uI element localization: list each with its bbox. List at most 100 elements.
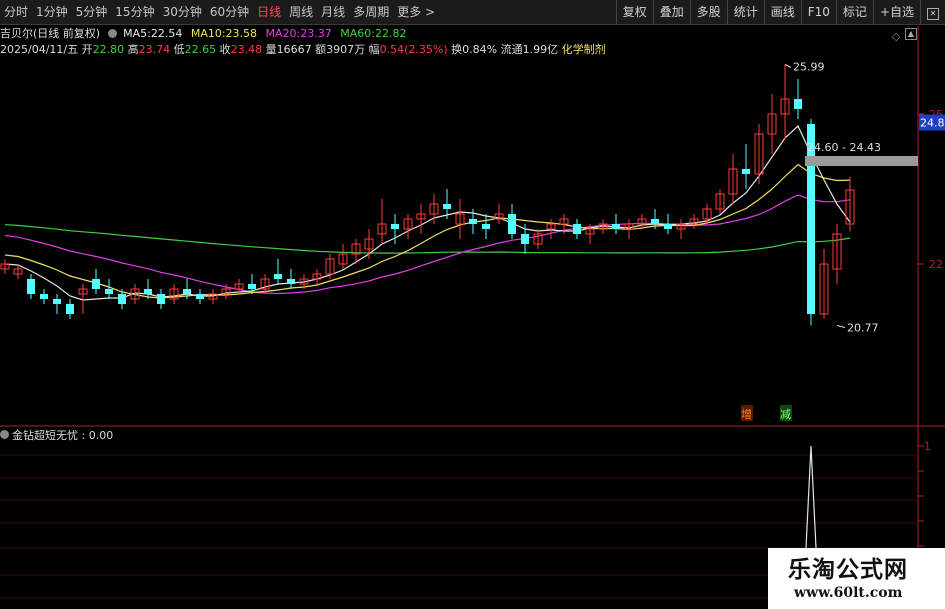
mark-button[interactable]: 标记	[835, 0, 873, 24]
add-watchlist-button[interactable]: +自选	[872, 0, 920, 24]
high-value: 23.74	[138, 43, 171, 56]
tab-more[interactable]: 更多 >	[393, 0, 439, 24]
amount-label: 额	[315, 43, 327, 56]
change-value: 0.54(2.35%)	[379, 43, 448, 56]
ma10-value: 23.58	[225, 27, 258, 40]
close-icon: ✕	[927, 8, 939, 20]
tab-monthly[interactable]: 月线	[317, 0, 349, 24]
tab-15min[interactable]: 15分钟	[111, 0, 158, 24]
candlesticks	[0, 64, 855, 326]
low-value: 22.65	[184, 43, 217, 56]
candle-body-up	[429, 203, 439, 215]
quote-date: 2025/04/11/五	[0, 43, 79, 56]
candle-body-down	[66, 304, 74, 314]
close-button[interactable]: ✕	[920, 0, 945, 24]
candle-body-down	[92, 279, 100, 289]
candle-body-up	[416, 213, 426, 220]
adjust-button[interactable]: 复权	[615, 0, 653, 24]
candle-body-up	[364, 238, 374, 250]
diamond-icon[interactable]: ◇	[892, 30, 900, 43]
ma20-value: 23.37	[300, 27, 332, 40]
amount-value: 3907万	[326, 43, 366, 56]
open-label: 开	[81, 43, 93, 56]
high-marker-label: 25.99	[793, 61, 825, 74]
chart-annotations: 25.99 20.77 24.60 - 24.43 增 减	[741, 61, 918, 421]
candle-body-up	[819, 263, 829, 315]
candle-body-down	[469, 219, 477, 224]
indicator-scale-label: 1	[924, 440, 931, 453]
candle-body-down	[482, 224, 490, 229]
candle-body-up	[260, 278, 270, 290]
tab-60min[interactable]: 60分钟	[206, 0, 253, 24]
candle-body-down	[27, 279, 35, 294]
candle-body-up	[325, 258, 335, 275]
candle-body-up	[715, 193, 725, 210]
turnover-label: 换	[451, 43, 463, 56]
candle-body-up	[533, 233, 543, 245]
statistics-button[interactable]: 统计	[726, 0, 764, 24]
tab-weekly[interactable]: 周线	[285, 0, 317, 24]
candle-body-up	[702, 208, 712, 220]
overlay-button[interactable]: 叠加	[652, 0, 690, 24]
candle-body-up	[494, 213, 504, 220]
candle-body-up	[312, 273, 322, 280]
candle-body-down	[40, 294, 48, 299]
candle-body-down	[196, 294, 204, 299]
indicator-title: 金钻超短无忧 : 0.00	[12, 429, 114, 442]
candle-body-up	[377, 223, 387, 235]
candle-body-down	[157, 294, 165, 304]
ma20-line	[4, 194, 851, 295]
candle-body-down	[183, 289, 191, 294]
ma10-line	[4, 163, 851, 299]
f10-button[interactable]: F10	[800, 0, 836, 24]
ma20-label: MA20:	[265, 27, 301, 40]
ma60-line	[4, 224, 851, 254]
tag-increase-box	[741, 405, 753, 421]
candle-body-up	[689, 218, 699, 225]
open-value: 22.80	[92, 43, 125, 56]
candle-body-down	[742, 169, 750, 174]
float-value: 1.99亿	[522, 43, 559, 56]
tool-buttons: 复权 叠加 多股 统计 画线 F10 标记 +自选 ✕	[615, 0, 945, 24]
chart-grid: 25 22 24.83	[0, 26, 945, 609]
price-tick-label: 22	[929, 258, 943, 271]
candle-body-down	[391, 224, 399, 229]
candle-body-up	[845, 189, 855, 225]
ma5-line	[4, 125, 851, 301]
candle-body-up	[234, 283, 244, 290]
price-range-label: 24.60 - 24.43	[807, 141, 881, 154]
tab-1min[interactable]: 1分钟	[32, 0, 72, 24]
candle-body-up	[455, 213, 465, 225]
period-tabs: 分时 1分钟 5分钟 15分钟 30分钟 60分钟 日线 周线 月线 多周期 更…	[0, 0, 439, 24]
candle-body-up	[0, 263, 10, 270]
candle-body-up	[832, 233, 842, 270]
tab-daily[interactable]: 日线	[253, 0, 285, 24]
candle-body-down	[508, 214, 516, 234]
draw-line-button[interactable]: 画线	[763, 0, 801, 24]
low-marker-arrow	[836, 325, 846, 328]
indicator-settings-icon[interactable]	[0, 430, 9, 439]
candle-body-up	[637, 218, 647, 225]
tab-5min[interactable]: 5分钟	[72, 0, 112, 24]
candle-body-up	[403, 218, 413, 230]
candle-body-down	[612, 224, 620, 229]
watermark-name: 乐淘公式网	[788, 557, 908, 583]
quote-line: 2025/04/11/五 开22.80 高23.74 低22.65 收23.48…	[0, 43, 606, 57]
tag-reduce-box	[780, 405, 792, 421]
high-label: 高	[127, 43, 139, 56]
candle-body-down	[794, 99, 802, 109]
ma60-label: MA60:	[340, 27, 375, 40]
tab-intraday[interactable]: 分时	[0, 0, 32, 24]
collapse-icon[interactable]: ▲	[905, 28, 917, 40]
low-marker-label: 20.77	[847, 322, 879, 335]
ma5-label: MA5:	[123, 27, 151, 40]
tag-reduce: 减	[780, 408, 791, 421]
candle-body-down	[248, 284, 256, 289]
tab-multi-period[interactable]: 多周期	[349, 0, 393, 24]
multi-stock-button[interactable]: 多股	[689, 0, 727, 24]
ma-settings-icon[interactable]	[107, 29, 117, 38]
period-toolbar: 分时 1分钟 5分钟 15分钟 30分钟 60分钟 日线 周线 月线 多周期 更…	[0, 0, 945, 25]
candle-body-up	[299, 278, 309, 285]
tab-30min[interactable]: 30分钟	[159, 0, 206, 24]
candle-body-up	[546, 223, 556, 230]
